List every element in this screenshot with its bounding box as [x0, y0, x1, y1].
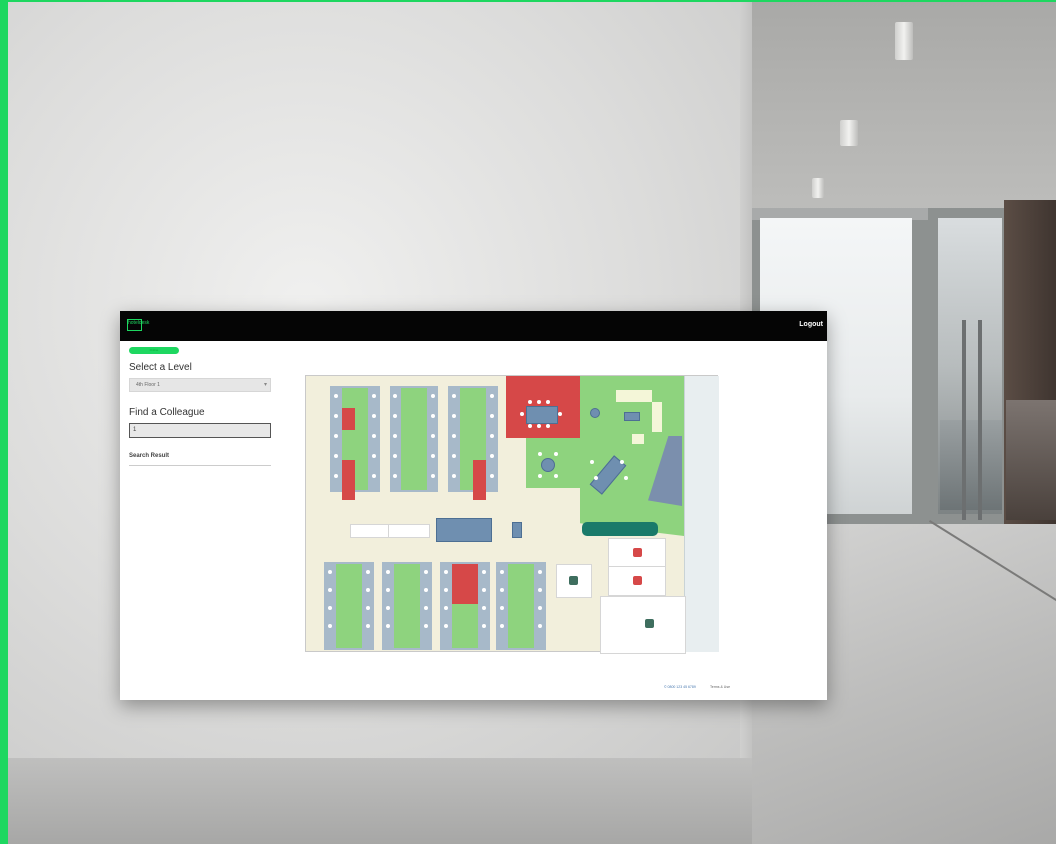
floor-plan: [305, 375, 719, 654]
footer-link[interactable]: Terms & Use: [710, 685, 730, 689]
facility-room: [556, 564, 592, 598]
printer-icon: [645, 619, 654, 628]
status-badge: Online: [129, 347, 179, 354]
city-view: [1006, 400, 1056, 520]
restroom: [608, 538, 666, 568]
kitchen-icon: [569, 576, 578, 585]
city-view: [940, 420, 1002, 510]
desk-cluster[interactable]: [382, 562, 432, 650]
desk-cluster[interactable]: [448, 386, 498, 500]
logo-icon[interactable]: hoteldesk: [127, 319, 149, 331]
ceiling-lamp: [895, 22, 913, 60]
desk-cluster[interactable]: [324, 562, 374, 650]
door-handle: [978, 320, 982, 520]
colleague-search-input[interactable]: 1: [129, 423, 271, 438]
chevron-down-icon: ▾: [263, 382, 267, 388]
divider: [129, 465, 271, 466]
top-bar: hoteldesk Logout: [120, 311, 827, 341]
office-scene: hoteldesk Logout Online Select a Level 4…: [0, 0, 1056, 844]
ceiling-lamp: [812, 178, 824, 198]
colleague-heading: Find a Colleague: [129, 407, 205, 418]
ceiling-lamp: [840, 120, 858, 146]
level-select[interactable]: 4th Floor 1 ▾: [129, 378, 271, 392]
bench: [388, 524, 430, 538]
print-room: [600, 596, 686, 654]
breakout-area[interactable]: [580, 376, 684, 536]
door-handle: [962, 320, 966, 520]
lounge-area[interactable]: [526, 438, 582, 488]
search-result-heading: Search Result: [129, 453, 170, 459]
central-table[interactable]: [436, 518, 492, 542]
desk-cluster[interactable]: [330, 386, 380, 500]
level-heading: Select a Level: [129, 362, 192, 373]
restroom: [608, 566, 666, 596]
level-select-value: 4th Floor 1: [136, 382, 160, 388]
desk-cluster[interactable]: [496, 562, 546, 650]
corridor-right: [684, 376, 719, 652]
floor: [8, 758, 752, 844]
side-table[interactable]: [512, 522, 522, 538]
meeting-room-booked[interactable]: [506, 376, 580, 438]
desk-cluster[interactable]: [440, 562, 490, 650]
restroom-icon: [633, 576, 642, 585]
logout-button[interactable]: Logout: [799, 321, 823, 328]
desk-cluster[interactable]: [390, 386, 438, 492]
app-screen: hoteldesk Logout Online Select a Level 4…: [120, 311, 827, 700]
reception-desk[interactable]: [582, 522, 658, 536]
footer-phone[interactable]: © 0800 123 45 6789: [664, 685, 696, 689]
restroom-icon: [633, 548, 642, 557]
